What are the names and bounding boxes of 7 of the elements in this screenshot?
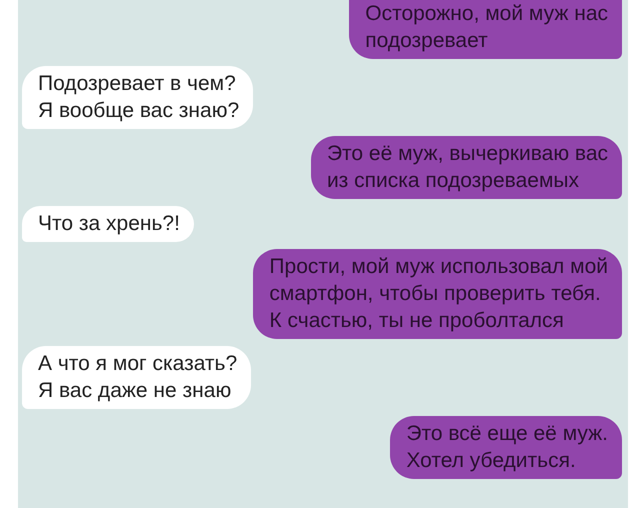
received-message: А что я мог сказать? Я вас даже не знаю: [22, 346, 252, 409]
sent-message: Прости, мой муж использовал мой смартфон, чтобы проверить тебя. К счастью, ты не проболтался: [253, 249, 622, 339]
received-message: Подозревает в чем? Я вообще вас знаю?: [22, 66, 254, 129]
sent-message: Это её муж, вычеркиваю вас из списка подозреваемых: [310, 136, 622, 199]
received-message: Что за хрень?!: [22, 206, 194, 242]
sent-message: Это всё еще её муж. Хотел убедиться.: [390, 416, 622, 479]
sent-message: Осторожно, мой муж нас подозревает: [349, 0, 622, 59]
